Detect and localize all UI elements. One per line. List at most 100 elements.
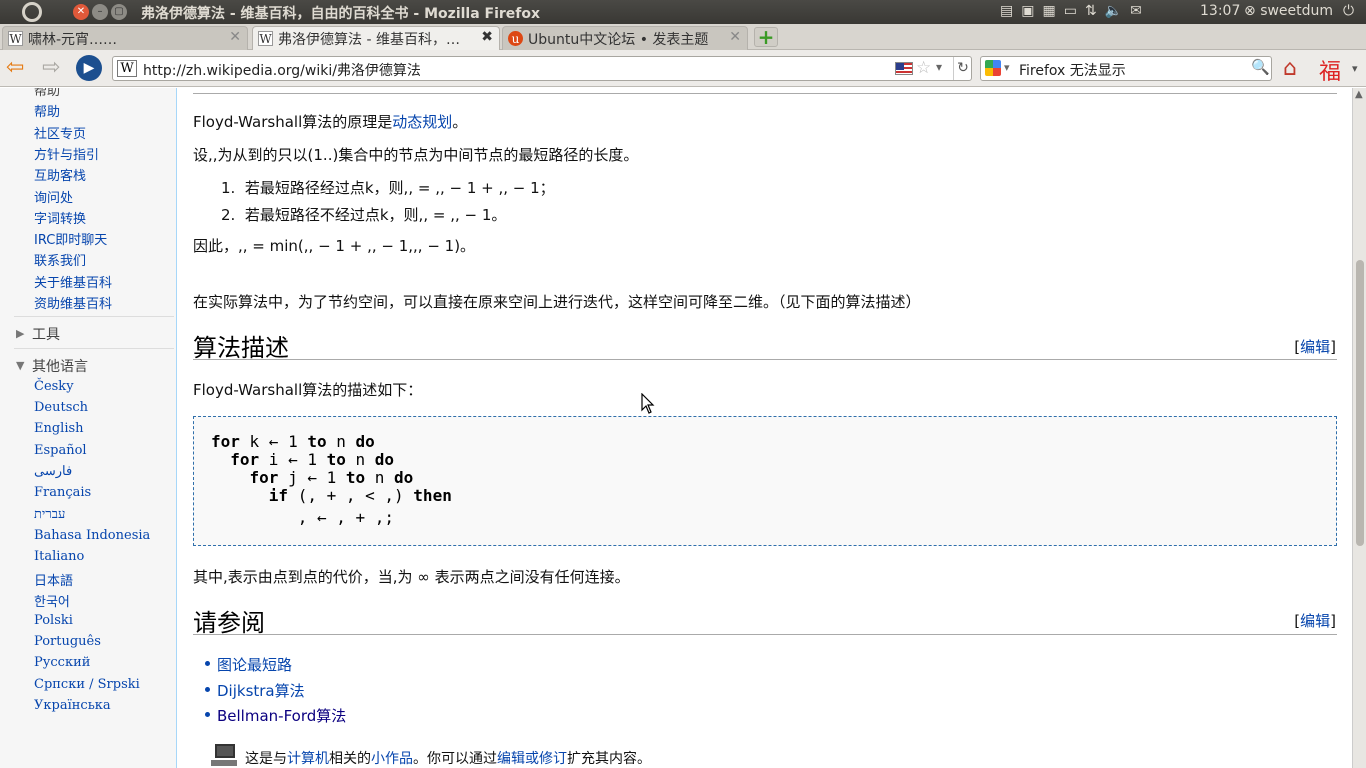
scroll-up-icon[interactable]: ▲: [1355, 89, 1363, 100]
sidebar-divider: [14, 348, 174, 349]
display-icon[interactable]: ▦: [1042, 3, 1055, 19]
stub-notice: 这是与计算机相关的小作品。你可以通过编辑或修订扩充其内容。: [245, 751, 651, 767]
lang-link-fr[interactable]: Français: [34, 485, 91, 500]
sidebar-item-donate[interactable]: 资助维基百科: [34, 293, 112, 312]
lang-link-es[interactable]: Español: [34, 443, 87, 458]
navigation-toolbar: ⇦ ⇨ ▶ W http://zh.wikipedia.org/wiki/弗洛伊…: [0, 50, 1366, 87]
play-icon[interactable]: ▶: [76, 55, 102, 81]
sidebar-item-about[interactable]: 关于维基百科: [34, 272, 112, 291]
ubuntu-logo-icon[interactable]: [22, 2, 42, 22]
clock[interactable]: 13:07: [1200, 3, 1240, 19]
sidebar-item-help[interactable]: 帮助: [34, 101, 60, 120]
heading-algorithm: 算法描述: [193, 334, 289, 362]
paragraph-principle: Floyd-Warshall算法的原理是动态规划。: [193, 111, 467, 132]
stub-link[interactable]: 小作品: [371, 751, 413, 767]
search-icon[interactable]: 🔍: [1251, 58, 1270, 76]
tab-close-icon[interactable]: ✖: [481, 29, 493, 45]
tab-ubuntu-forum[interactable]: u Ubuntu中文论坛 • 发表主题 ✕: [502, 26, 748, 50]
paragraph-space: 在实际算法中，为了节约空间，可以直接在原来空间上进行迭代，这样空间可降至二维。（…: [193, 293, 921, 311]
flag-icon[interactable]: [895, 62, 913, 75]
window-close-button[interactable]: ✕: [73, 4, 89, 20]
collapsed-triangle-icon[interactable]: ▶: [16, 327, 24, 340]
sidebar-item-irc[interactable]: IRC即时聊天: [34, 229, 107, 248]
fu-addon-icon[interactable]: 福: [1319, 54, 1341, 86]
history-dropdown-icon[interactable]: ▾: [936, 60, 942, 74]
lang-link-it[interactable]: Italiano: [34, 549, 84, 564]
back-button[interactable]: ⇦: [6, 56, 24, 80]
edit-or-revise-link[interactable]: 编辑或修订: [497, 751, 567, 767]
battery-level-icon[interactable]: ▭: [1064, 3, 1077, 19]
user-name: sweetdum: [1260, 3, 1334, 19]
see-also-dijkstra[interactable]: Dijkstra算法: [217, 680, 305, 701]
principle-text: Floyd-Warshall算法的原理是: [193, 113, 393, 131]
window-maximize-button[interactable]: ▢: [111, 4, 127, 20]
paragraph-description: Floyd-Warshall算法的描述如下：: [193, 381, 423, 399]
sidebar-item-community[interactable]: 社区专页: [34, 123, 86, 142]
sidebar-section-help: 帮助: [34, 88, 61, 99]
sidebar-languages-toggle[interactable]: 其他语言: [32, 356, 88, 376]
tab-title: Ubuntu中文论坛 • 发表主题: [528, 32, 709, 48]
tab-xiaolin[interactable]: W 啸林-元宵…… ✕: [2, 26, 248, 50]
battery-icon[interactable]: ▣: [1021, 3, 1034, 19]
sidebar-item-reference-desk[interactable]: 询问处: [34, 187, 73, 206]
network-icon[interactable]: ⇅: [1085, 3, 1097, 19]
user-menu[interactable]: ⊗ sweetdum: [1244, 3, 1333, 19]
expanded-triangle-icon[interactable]: ▼: [16, 359, 24, 372]
see-also-bellman-ford[interactable]: Bellman-Ford算法: [217, 705, 346, 726]
search-engine-dropdown-icon[interactable]: ▾: [1004, 61, 1010, 74]
computer-link[interactable]: 计算机: [287, 751, 329, 767]
toolbar-menu-icon[interactable]: ▾: [1352, 62, 1358, 75]
sidebar-item-conversion[interactable]: 字词转换: [34, 208, 86, 227]
sidebar-item-village-pump[interactable]: 互助客栈: [34, 165, 86, 184]
tab-floyd[interactable]: W 弗洛伊德算法 - 维基百科，… ✖: [252, 26, 500, 50]
lang-link-ru[interactable]: Русский: [34, 655, 90, 670]
notes-icon[interactable]: ▤: [1000, 3, 1013, 19]
bullet-icon: [205, 661, 210, 666]
tab-close-icon[interactable]: ✕: [729, 29, 741, 45]
scroll-thumb[interactable]: [1356, 260, 1364, 546]
edit-section-link[interactable]: [编辑]: [1294, 610, 1336, 631]
lang-link-en[interactable]: English: [34, 421, 84, 436]
google-icon[interactable]: [985, 60, 1001, 76]
reload-button[interactable]: ↻: [953, 57, 972, 80]
edit-link-text[interactable]: 编辑: [1300, 612, 1330, 630]
forward-button[interactable]: ⇨: [42, 56, 60, 80]
code-line: , ← , + ,;: [211, 508, 395, 527]
url-bar[interactable]: W http://zh.wikipedia.org/wiki/弗洛伊德算法 ☆ …: [112, 56, 972, 81]
bookmark-star-icon[interactable]: ☆: [916, 58, 931, 78]
edit-link-text[interactable]: 编辑: [1300, 338, 1330, 356]
lang-link-pt[interactable]: Português: [34, 634, 101, 649]
edit-section-link[interactable]: [编辑]: [1294, 336, 1336, 357]
search-bar[interactable]: ▾ Firefox 无法显示 🔍: [980, 56, 1272, 81]
power-icon[interactable]: ⏻: [1343, 3, 1354, 19]
lang-link-ja[interactable]: 日本語: [34, 570, 73, 589]
see-also-shortest-path[interactable]: 图论最短路: [217, 654, 292, 675]
mail-icon[interactable]: ✉: [1130, 3, 1142, 19]
lang-link-ko[interactable]: 한국어: [34, 591, 70, 610]
wikipedia-icon: W: [258, 31, 273, 46]
page-viewport: 帮助 帮助 社区专页 方针与指引 互助客栈 询问处 字词转换 IRC即时聊天 联…: [0, 88, 1366, 768]
sidebar-item-policy[interactable]: 方针与指引: [34, 144, 99, 163]
sidebar-tools-toggle[interactable]: 工具: [32, 324, 60, 344]
lang-link-uk[interactable]: Українська: [34, 698, 111, 713]
new-tab-button[interactable]: +: [754, 27, 778, 47]
lang-link-he[interactable]: עברית: [34, 506, 65, 522]
home-button[interactable]: ⌂: [1283, 56, 1297, 81]
lang-link-de[interactable]: Deutsch: [34, 400, 88, 415]
window-minimize-button[interactable]: –: [92, 4, 108, 20]
url-input[interactable]: http://zh.wikipedia.org/wiki/弗洛伊德算法: [143, 60, 421, 80]
lang-link-fa[interactable]: فارسی: [34, 464, 72, 479]
lang-link-pl[interactable]: Polski: [34, 613, 73, 628]
lang-link-cs[interactable]: Česky: [34, 379, 74, 394]
vertical-scrollbar[interactable]: ▲: [1352, 88, 1366, 768]
lang-link-sr[interactable]: Српски / Srpski: [34, 677, 140, 692]
sidebar-item-contact[interactable]: 联系我们: [34, 250, 86, 269]
tab-close-icon[interactable]: ✕: [229, 29, 241, 45]
dynamic-programming-link[interactable]: 动态规划: [392, 113, 452, 131]
volume-icon[interactable]: 🔈: [1105, 3, 1122, 19]
wiki-sidebar: 帮助 帮助 社区专页 方针与指引 互助客栈 询问处 字词转换 IRC即时聊天 联…: [0, 88, 176, 768]
search-input[interactable]: Firefox 无法显示: [1019, 60, 1126, 80]
heading-underline: [193, 359, 1337, 360]
lang-link-id[interactable]: Bahasa Indonesia: [34, 528, 150, 543]
bullet-icon: [205, 687, 210, 692]
